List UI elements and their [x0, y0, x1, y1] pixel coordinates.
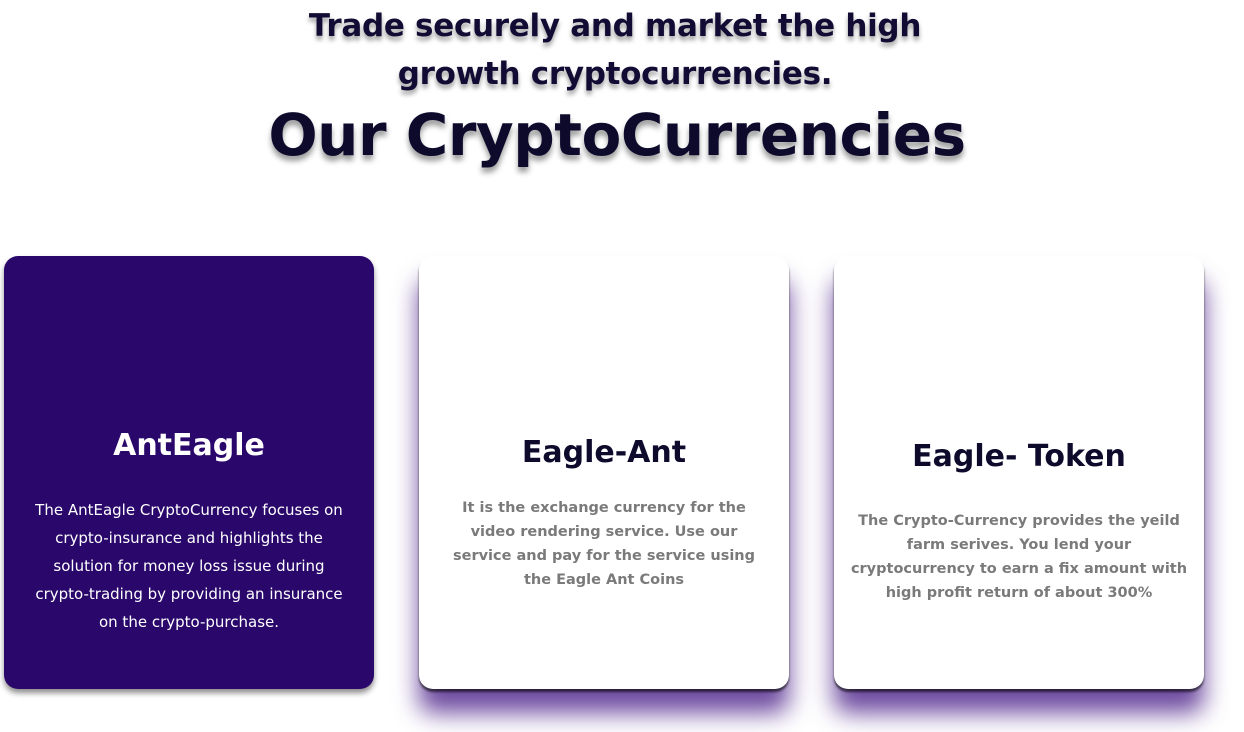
card-description: The AntEagle CryptoCurrency focuses on c… — [35, 501, 343, 631]
card-title: Eagle-Ant — [521, 435, 687, 470]
crypto-card-eagle-ant[interactable]: Eagle-Ant It is the exchange currency fo… — [419, 256, 789, 689]
card-title: Eagle- Token — [912, 439, 1126, 474]
section-tagline: Trade securely and market the high growt… — [308, 8, 922, 92]
section-title: Our CryptoCurrencies — [268, 101, 966, 169]
card-description: The Crypto-Currency provides the yeild f… — [850, 513, 1188, 601]
card-description: It is the exchange currency for the vide… — [452, 500, 755, 588]
crypto-card-eagle-token[interactable]: Eagle- Token The Crypto-Currency provide… — [834, 256, 1204, 689]
crypto-section: Trade securely and market the high growt… — [0, 0, 1244, 732]
crypto-card-anteagle[interactable]: AntEagle The AntEagle CryptoCurrency foc… — [4, 256, 374, 689]
card-title: AntEagle — [113, 428, 265, 463]
